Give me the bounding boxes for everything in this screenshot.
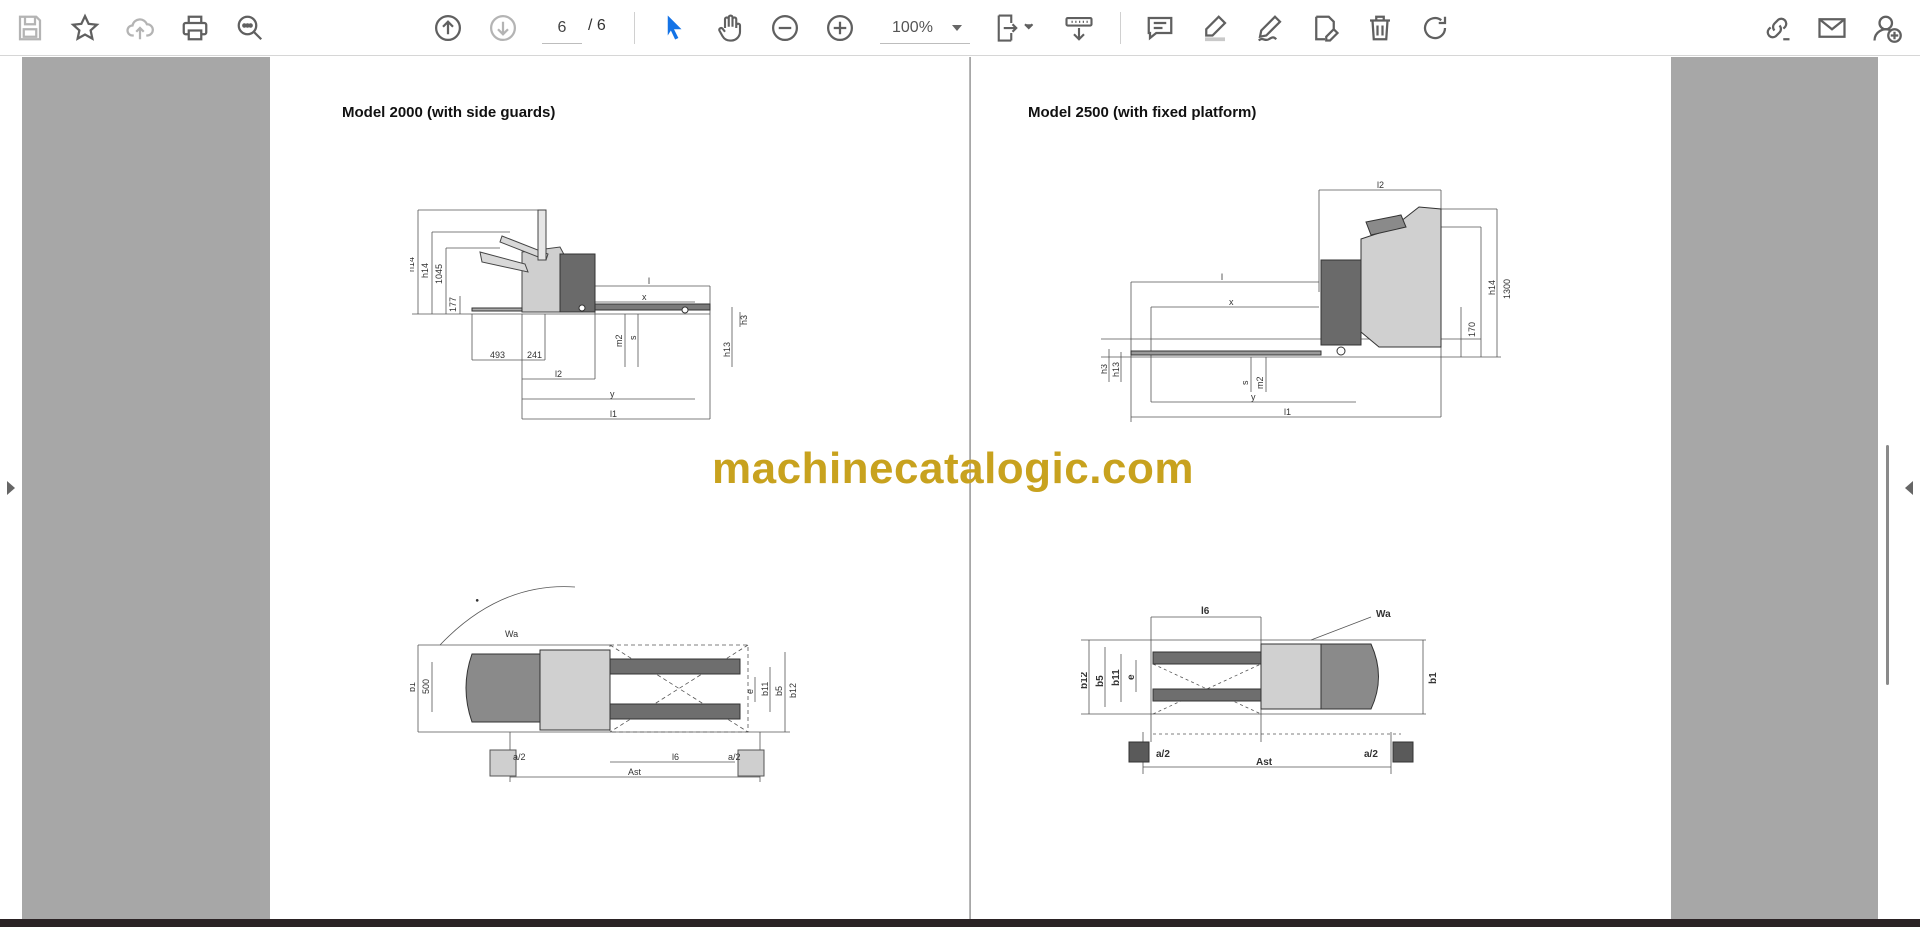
read-mode-icon[interactable]: [1059, 8, 1099, 48]
dim-label: h3: [739, 315, 749, 325]
dim-label: b1: [1428, 672, 1439, 684]
pan-hand-icon[interactable]: [710, 8, 750, 48]
dim-label: Wa: [505, 629, 518, 639]
save-icon[interactable]: [10, 8, 50, 48]
dim-label: s: [628, 335, 638, 340]
dim-label: 177: [448, 297, 458, 312]
chevron-down-icon: [952, 24, 962, 31]
dim-label: Ast: [628, 767, 642, 777]
delete-icon[interactable]: [1360, 8, 1400, 48]
zoom-value: 100%: [892, 18, 933, 36]
bookmark-star-icon[interactable]: [65, 8, 105, 48]
dim-label: b11: [760, 682, 770, 696]
dim-label: 493: [490, 350, 505, 360]
taskbar-strip: [0, 919, 1920, 927]
dim-label: b1: [410, 682, 417, 692]
print-icon[interactable]: [175, 8, 215, 48]
dim-label: h13: [1111, 362, 1121, 377]
zoom-select[interactable]: 100%: [880, 12, 970, 44]
dim-label: l: [1221, 272, 1223, 282]
dim-label: 1045: [434, 264, 444, 284]
dim-label: m2: [1255, 376, 1265, 389]
dim-label: e: [1126, 674, 1137, 680]
expand-right-panel-icon[interactable]: [1905, 481, 1913, 495]
top-view-drawing-right: l6 Wa b12 b5 b11 e b1 a/2 a/2 Ast: [1079, 602, 1501, 837]
rotate-icon[interactable]: [1415, 8, 1455, 48]
dim-label: l1: [610, 409, 617, 419]
dim-label: x: [642, 292, 647, 302]
angle-label: •: [473, 595, 483, 606]
highlight-icon[interactable]: [1195, 8, 1235, 48]
fit-page-icon[interactable]: [988, 8, 1042, 48]
dim-label: a/2: [1156, 749, 1170, 760]
sign-icon[interactable]: [1305, 8, 1345, 48]
dim-label: b5: [1095, 675, 1106, 687]
share-user-icon[interactable]: [1868, 8, 1906, 48]
upload-cloud-icon[interactable]: [120, 8, 160, 48]
dim-label: h13: [722, 342, 732, 357]
side-view-drawing-right: l2 l x y l1 h14 1300 170 h3 h13 s m2: [1099, 167, 1521, 422]
side-view-drawing-left: h14 h14 1045 177 493 241 l2 l x y l1 m2 …: [406, 192, 800, 427]
dim-label: h14: [420, 263, 430, 278]
toolbar-divider: [1120, 12, 1121, 44]
comment-icon[interactable]: [1140, 8, 1180, 48]
right-gutter: [1878, 57, 1920, 919]
dim-label: x: [1229, 297, 1234, 307]
dim-label: y: [1251, 392, 1256, 402]
top-view-drawing-left: • Wa b1 500 e b11 b5 b12 a/2 a/2 l6 Ast: [407, 582, 800, 817]
dim-label: l6: [1201, 606, 1210, 617]
dim-label: s: [1240, 380, 1250, 385]
dim-label: b5: [774, 686, 784, 696]
select-pointer-icon[interactable]: [654, 8, 694, 48]
page-down-icon[interactable]: [483, 8, 523, 48]
edit-link-icon[interactable]: [1757, 8, 1797, 48]
dim-label: Ast: [1256, 757, 1273, 768]
dim-label: y: [610, 389, 615, 399]
dim-label: 1300: [1502, 279, 1512, 299]
dim-label: e: [745, 689, 755, 694]
dim-label: a/2: [728, 752, 741, 762]
email-icon[interactable]: [1812, 8, 1852, 48]
dim-label: 500: [421, 679, 431, 694]
dim-label: m2: [614, 334, 624, 347]
dim-label: h14: [410, 257, 416, 272]
page-number-input[interactable]: [542, 12, 582, 44]
toolbar-divider: [634, 12, 635, 44]
zoom-out-icon[interactable]: [765, 8, 805, 48]
dim-label: 170: [1467, 322, 1477, 337]
zoom-in-icon[interactable]: [820, 8, 860, 48]
dim-label: l: [648, 276, 650, 286]
dim-label: l2: [1377, 180, 1384, 190]
page-title-left: Model 2000 (with side guards): [342, 104, 556, 121]
expand-left-panel-icon[interactable]: [7, 481, 15, 495]
dim-label: l2: [555, 369, 562, 379]
page-title-right: Model 2500 (with fixed platform): [1028, 104, 1257, 121]
dim-label: l6: [672, 752, 679, 762]
dim-label: h14: [1487, 280, 1497, 295]
dim-label: 241: [527, 350, 542, 360]
page-total: / 6: [588, 17, 606, 34]
vertical-scrollbar[interactable]: [1886, 445, 1889, 685]
dim-label: h3: [1101, 364, 1109, 374]
dim-label: a/2: [513, 752, 526, 762]
dim-label: Wa: [1376, 609, 1391, 620]
page-up-icon[interactable]: [428, 8, 468, 48]
dim-label: b12: [1081, 671, 1090, 689]
watermark-text: machinecatalogic.com: [712, 444, 1194, 493]
toolbar: / 6 100%: [0, 0, 1920, 56]
find-zoom-icon[interactable]: [230, 8, 270, 48]
dim-label: b12: [788, 683, 798, 698]
draw-icon[interactable]: [1250, 8, 1290, 48]
dim-label: l1: [1284, 407, 1291, 417]
dim-label: a/2: [1364, 749, 1378, 760]
dim-label: b11: [1111, 669, 1122, 686]
